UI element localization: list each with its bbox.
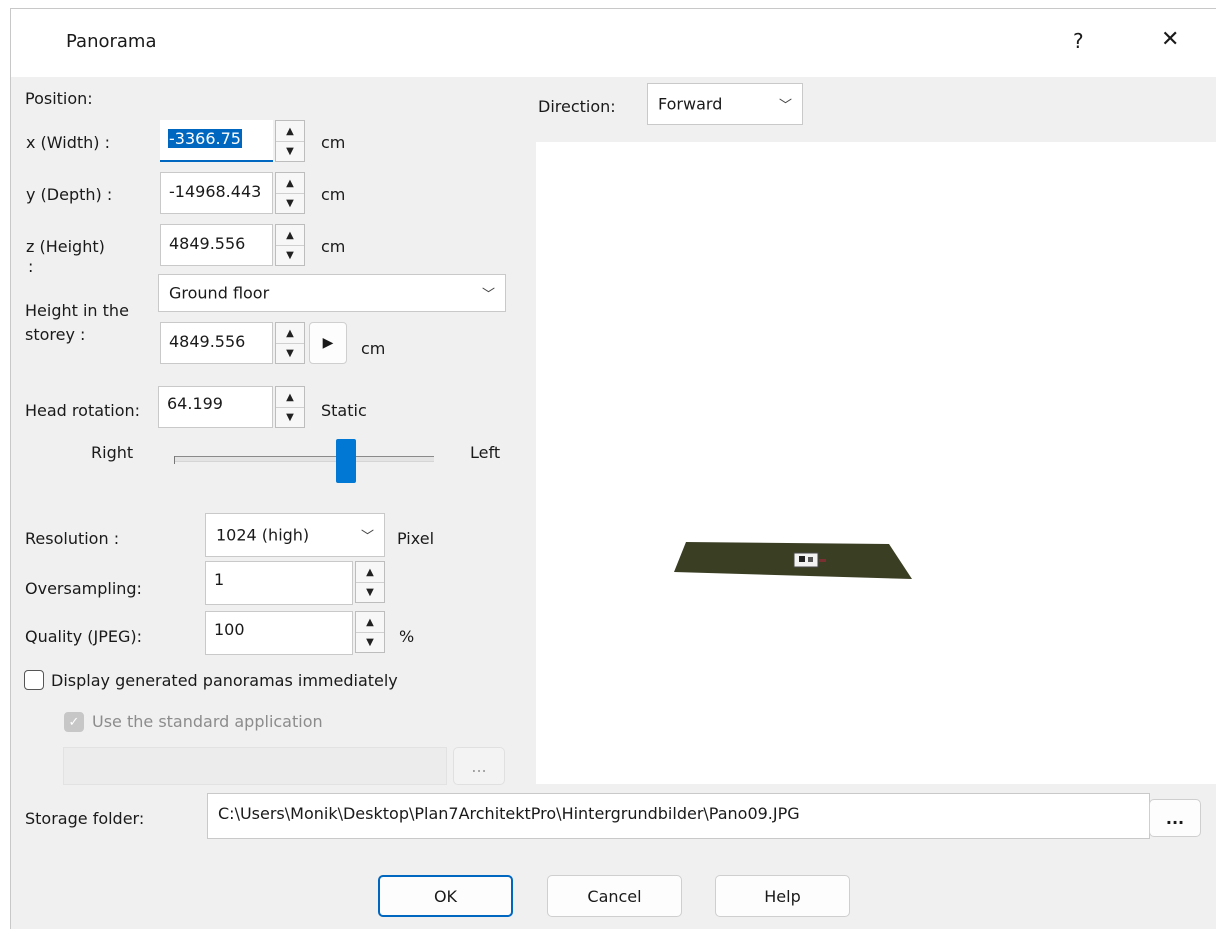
x-unit: cm (321, 133, 346, 152)
standard-app-path-field (63, 747, 447, 785)
storey-height-value: 4849.556 (169, 332, 246, 351)
slider-tick (174, 456, 175, 464)
oversampling-value: 1 (214, 570, 225, 589)
slider-thumb[interactable] (335, 439, 356, 483)
oversampling-label: Oversampling: (25, 579, 142, 598)
storage-browse-label: ... (1165, 808, 1185, 828)
spin-down-icon[interactable]: ▼ (276, 245, 304, 265)
z-height-spinner[interactable]: ▲ ▼ (275, 224, 305, 266)
x-width-label: x (Width) : (26, 133, 110, 152)
x-width-spinner[interactable]: ▲ ▼ (275, 120, 305, 162)
position-heading: Position: (25, 89, 93, 108)
help-button-label: Help (764, 886, 801, 906)
cancel-button[interactable]: Cancel (547, 875, 682, 917)
oversampling-spinner[interactable]: ▲ ▼ (355, 561, 385, 603)
floor-select-value: Ground floor (169, 283, 270, 303)
quality-label: Quality (JPEG): (25, 627, 143, 646)
slider-track (174, 456, 434, 462)
chevron-down-icon: ﹀ (778, 98, 792, 114)
ok-button-label: OK (433, 886, 458, 906)
standard-app-browse-button: ... (453, 747, 505, 785)
head-rotation-value: 64.199 (167, 394, 223, 413)
oversampling-input[interactable]: 1 (205, 561, 353, 605)
ok-button[interactable]: OK (378, 875, 513, 917)
panorama-preview (536, 142, 1216, 784)
y-depth-input[interactable]: -14968.443 (160, 172, 273, 214)
x-width-value: -3366.75 (168, 129, 242, 148)
spin-up-icon[interactable]: ▲ (276, 173, 304, 194)
resolution-unit: Pixel (397, 529, 435, 548)
spin-up-icon[interactable]: ▲ (356, 612, 384, 633)
y-depth-value: -14968.443 (169, 182, 262, 201)
head-rotation-mode: Static (321, 401, 367, 420)
head-rotation-slider[interactable] (174, 454, 434, 464)
chevron-down-icon: ﹀ (481, 287, 495, 303)
storey-height-input[interactable]: 4849.556 (160, 322, 273, 364)
standard-app-browse-label: ... (471, 756, 487, 776)
storey-play-button[interactable]: ▶ (309, 322, 347, 364)
check-icon: ✓ (68, 714, 80, 730)
dialog-title: Panorama (66, 31, 157, 52)
preview-render (674, 542, 912, 579)
spin-up-icon[interactable]: ▲ (276, 387, 304, 408)
storey-label-line2: storey : (25, 325, 86, 344)
z-height-input[interactable]: 4849.556 (160, 224, 273, 266)
cancel-button-label: Cancel (587, 886, 642, 906)
z-height-value: 4849.556 (169, 234, 246, 253)
spin-down-icon[interactable]: ▼ (356, 632, 384, 652)
head-rotation-label: Head rotation: (25, 401, 141, 420)
direction-select-value: Forward (658, 94, 723, 114)
quality-value: 100 (214, 620, 245, 639)
storage-folder-value: C:\Users\Monik\Desktop\Plan7ArchitektPro… (218, 804, 800, 823)
quality-input[interactable]: 100 (205, 611, 353, 655)
quality-unit: % (399, 627, 415, 646)
direction-select[interactable]: Forward ﹀ (647, 83, 803, 125)
spin-up-icon[interactable]: ▲ (276, 121, 304, 142)
display-immediately-checkbox[interactable] (24, 670, 44, 690)
chevron-down-icon: ﹀ (360, 529, 374, 545)
panorama-dialog: Panorama ? ✕ Position: x (Width) : -3366… (10, 8, 1216, 929)
spin-up-icon[interactable]: ▲ (356, 562, 384, 583)
spin-down-icon[interactable]: ▼ (276, 407, 304, 427)
standard-app-checkbox[interactable]: ✓ (64, 712, 84, 732)
x-width-input[interactable]: -3366.75 (160, 120, 273, 162)
title-bar: Panorama ? ✕ (11, 9, 1216, 77)
spin-down-icon[interactable]: ▼ (356, 582, 384, 602)
ground-plane (674, 542, 912, 579)
spin-down-icon[interactable]: ▼ (276, 141, 304, 161)
standard-app-label: Use the standard application (92, 712, 323, 731)
slider-right-label: Right (91, 443, 134, 462)
quality-spinner[interactable]: ▲ ▼ (355, 611, 385, 653)
head-rotation-spinner[interactable]: ▲ ▼ (275, 386, 305, 428)
storage-folder-label: Storage folder: (25, 809, 145, 828)
spin-down-icon[interactable]: ▼ (276, 193, 304, 213)
resolution-select-value: 1024 (high) (216, 525, 310, 545)
resolution-label: Resolution : (25, 529, 120, 548)
z-height-label-colon: : (28, 257, 34, 276)
play-icon: ▶ (322, 335, 334, 351)
head-rotation-input[interactable]: 64.199 (158, 386, 273, 428)
y-depth-spinner[interactable]: ▲ ▼ (275, 172, 305, 214)
storey-label-line1: Height in the (25, 301, 129, 320)
storey-unit: cm (361, 339, 386, 358)
z-height-label: z (Height) (26, 237, 105, 256)
floor-select[interactable]: Ground floor ﹀ (158, 274, 506, 312)
help-icon[interactable]: ? (1073, 29, 1084, 53)
y-depth-label: y (Depth) : (26, 185, 113, 204)
spin-up-icon[interactable]: ▲ (276, 323, 304, 344)
storage-folder-input[interactable]: C:\Users\Monik\Desktop\Plan7ArchitektPro… (207, 793, 1150, 839)
storage-browse-button[interactable]: ... (1149, 799, 1201, 837)
help-button[interactable]: Help (715, 875, 850, 917)
display-immediately-label[interactable]: Display generated panoramas immediately (51, 671, 398, 690)
close-icon[interactable]: ✕ (1161, 27, 1179, 52)
direction-label: Direction: (538, 97, 616, 116)
spin-up-icon[interactable]: ▲ (276, 225, 304, 246)
spin-down-icon[interactable]: ▼ (276, 343, 304, 363)
y-unit: cm (321, 185, 346, 204)
resolution-select[interactable]: 1024 (high) ﹀ (205, 513, 385, 557)
z-unit: cm (321, 237, 346, 256)
slider-left-label: Left (470, 443, 501, 462)
storey-height-spinner[interactable]: ▲ ▼ (275, 322, 305, 364)
